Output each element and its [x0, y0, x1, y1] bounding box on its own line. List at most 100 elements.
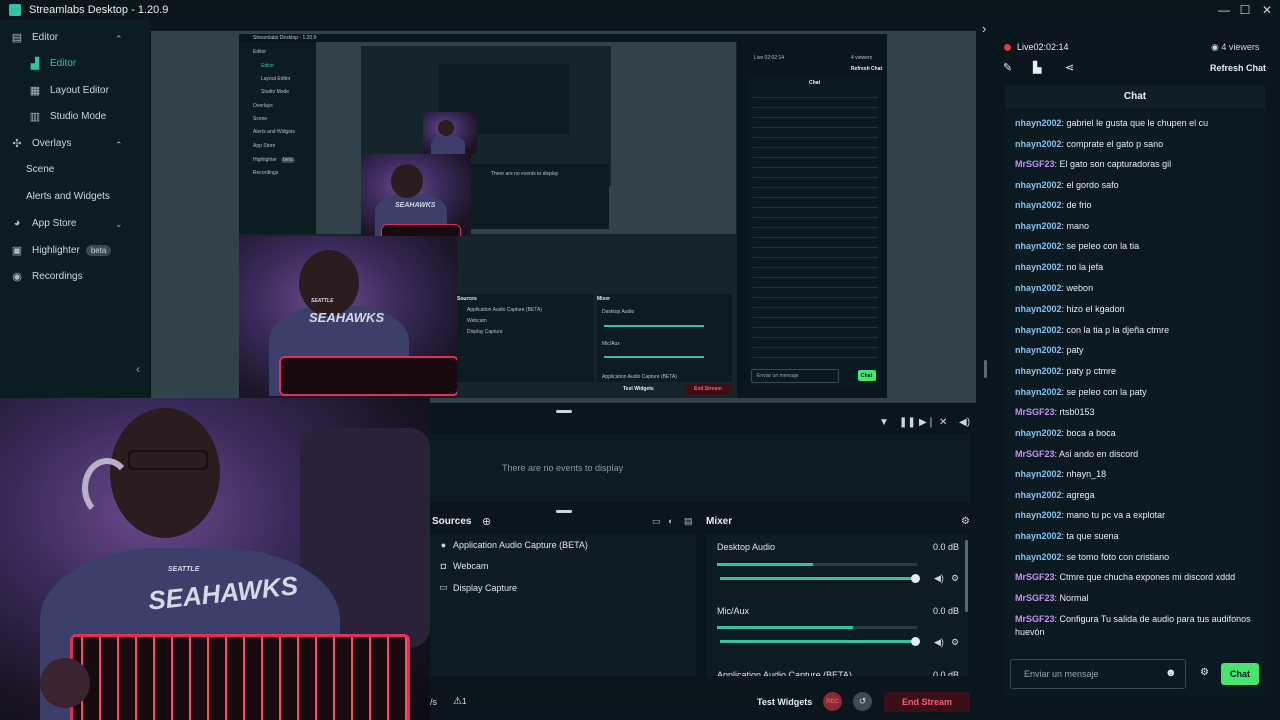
source-display-capture[interactable]: ▭ Display Capture — [438, 582, 517, 593]
volume-meter — [717, 626, 917, 629]
filter-icon[interactable]: ▼ — [879, 417, 889, 428]
chat-username[interactable]: nhayn2002 — [1015, 428, 1062, 438]
chat-username[interactable]: nhayn2002 — [1015, 241, 1062, 251]
resize-handle[interactable] — [556, 510, 572, 513]
chevron-up-icon[interactable]: ⌃ — [115, 140, 123, 151]
nested-nav-item: Layout Editor — [261, 76, 291, 82]
end-stream-button[interactable]: End Stream — [884, 692, 970, 712]
sidebar-item-overlays[interactable]: ✣ Overlays — [10, 137, 71, 150]
mute-events-icon[interactable]: ✕ — [939, 417, 947, 428]
chat-text: se peleo con la paty — [1066, 387, 1147, 397]
maximize-button[interactable]: ☐ — [1234, 0, 1256, 20]
chat-message-input[interactable] — [1010, 659, 1186, 689]
nested-source-item: Webcam — [467, 318, 487, 324]
chat-username[interactable]: MrSGF23 — [1015, 614, 1055, 624]
chat-username[interactable]: nhayn2002 — [1015, 283, 1062, 293]
sidebar-item-layout-editor[interactable]: ▦ Layout Editor — [28, 84, 109, 97]
test-widgets-button[interactable]: Test Widgets — [757, 697, 812, 707]
nested-nav-item: Editor — [261, 63, 275, 69]
speaker-icon[interactable]: ◀) — [934, 573, 944, 584]
record-button[interactable]: REC — [823, 692, 842, 711]
volume-slider[interactable] — [720, 574, 920, 583]
sidebar-item-recordings[interactable]: ◉ Recordings — [10, 270, 82, 283]
chat-username[interactable]: nhayn2002 — [1015, 490, 1062, 500]
chat-text: no la jefa — [1066, 262, 1104, 272]
webcam-icon: ◘ — [440, 561, 447, 571]
warning-icon[interactable]: ⚠1 — [453, 696, 466, 707]
chat-username[interactable]: nhayn2002 — [1015, 221, 1062, 231]
pause-icon[interactable]: ❚❚ — [899, 417, 916, 428]
audio-source-icon[interactable]: ◐ — [668, 516, 673, 526]
chat-message: nhayn2002: se peleo con la paty — [1015, 386, 1257, 399]
chat-username[interactable]: nhayn2002 — [1015, 510, 1062, 520]
chat-username[interactable]: MrSGF23 — [1015, 449, 1055, 459]
chat-username[interactable]: nhayn2002 — [1015, 304, 1062, 314]
mixer-scrollbar[interactable] — [965, 540, 968, 612]
folder-icon[interactable]: ▭ — [652, 516, 661, 527]
chat-username[interactable]: MrSGF23 — [1015, 572, 1055, 582]
chat-username[interactable]: nhayn2002 — [1015, 387, 1062, 397]
chat-username[interactable]: nhayn2002 — [1015, 325, 1062, 335]
add-folder-icon[interactable]: ▤ — [684, 516, 693, 527]
eye-icon: ◉ — [1211, 42, 1222, 52]
chevron-down-icon[interactable]: ⌄ — [115, 219, 123, 230]
edit-stream-info-icon[interactable]: ✎ — [1003, 61, 1012, 74]
nested-mixer-label: Application Audio Capture (BETA) — [602, 374, 677, 380]
chat-username[interactable]: nhayn2002 — [1015, 366, 1062, 376]
chat-username[interactable]: nhayn2002 — [1015, 200, 1062, 210]
volume-slider[interactable] — [720, 637, 920, 646]
chat-message: nhayn2002: paty — [1015, 344, 1257, 357]
chat-text: Normal — [1059, 593, 1089, 603]
speaker-icon[interactable]: ◀) — [934, 637, 944, 648]
chat-username[interactable]: nhayn2002 — [1015, 118, 1062, 128]
add-source-icon[interactable]: ⊕ — [482, 515, 491, 528]
sidebar-item-editor-group[interactable]: ▤ Editor — [10, 31, 58, 44]
refresh-chat-button[interactable]: Refresh Chat — [1210, 63, 1266, 73]
minimize-button[interactable]: — — [1213, 0, 1235, 20]
chat-username[interactable]: nhayn2002 — [1015, 345, 1062, 355]
emoji-icon[interactable]: ☻ — [1165, 667, 1177, 679]
sidebar-item-label: Layout Editor — [50, 85, 109, 96]
sidebar-item-highlighter[interactable]: ▣ Highlighter beta — [10, 244, 112, 257]
popout-chat-icon[interactable]: ▙ — [1033, 61, 1041, 74]
volume-meter — [717, 563, 917, 566]
chat-message: nhayn2002: de frio — [1015, 199, 1257, 212]
sidebar-item-editor[interactable]: ▟ Editor — [28, 57, 76, 70]
chat-settings-icon[interactable]: ⚙ — [1200, 667, 1209, 678]
channel-gear-icon[interactable]: ⚙ — [951, 637, 959, 648]
nested-nav-item: Recordings — [253, 170, 279, 176]
chevron-up-icon[interactable]: ⌃ — [115, 34, 123, 45]
send-chat-button[interactable]: Chat — [1221, 663, 1259, 685]
volume-icon[interactable]: ◀) — [959, 417, 970, 428]
share-icon[interactable]: ⋖ — [1065, 61, 1074, 74]
sidebar-item-scene[interactable]: Scene — [26, 164, 54, 175]
source-app-audio[interactable]: ● Application Audio Capture (BETA) — [438, 540, 588, 550]
source-label: Application Audio Capture (BETA) — [453, 540, 588, 550]
chat-username[interactable]: nhayn2002 — [1015, 531, 1062, 541]
chat-username[interactable]: nhayn2002 — [1015, 262, 1062, 272]
collapse-sidebar-icon[interactable]: ‹ — [136, 362, 140, 376]
chat-username[interactable]: nhayn2002 — [1015, 552, 1062, 562]
chat-username[interactable]: nhayn2002 — [1015, 139, 1062, 149]
chat-username[interactable]: nhayn2002 — [1015, 469, 1062, 479]
close-button[interactable]: ✕ — [1256, 0, 1278, 20]
chat-username[interactable]: MrSGF23 — [1015, 407, 1055, 417]
chevron-right-icon[interactable]: › — [982, 21, 986, 36]
source-webcam[interactable]: ◘ Webcam — [438, 561, 489, 571]
sidebar-item-label: Editor — [32, 32, 59, 43]
chat-username[interactable]: MrSGF23 — [1015, 593, 1055, 603]
resize-handle[interactable] — [556, 410, 572, 413]
chat-username[interactable]: nhayn2002 — [1015, 180, 1062, 190]
sidebar-item-alerts-widgets[interactable]: Alerts and Widgets — [26, 191, 110, 202]
mixer-settings-icon[interactable]: ⚙ — [961, 516, 970, 527]
nested-send: Chat — [861, 373, 873, 379]
chat-message: nhayn2002: webon — [1015, 282, 1257, 295]
dock-resize-handle[interactable] — [984, 360, 987, 378]
sidebar-item-studio-mode[interactable]: ▥ Studio Mode — [28, 110, 106, 123]
chat-username[interactable]: MrSGF23 — [1015, 159, 1055, 169]
sidebar-item-app-store[interactable]: ◕ App Store — [10, 217, 77, 229]
nested-beta-badge: beta — [281, 157, 295, 163]
replay-buffer-icon[interactable]: ↺ — [853, 692, 872, 711]
skip-icon[interactable]: ▶❘ — [919, 417, 935, 428]
channel-gear-icon[interactable]: ⚙ — [951, 573, 959, 584]
